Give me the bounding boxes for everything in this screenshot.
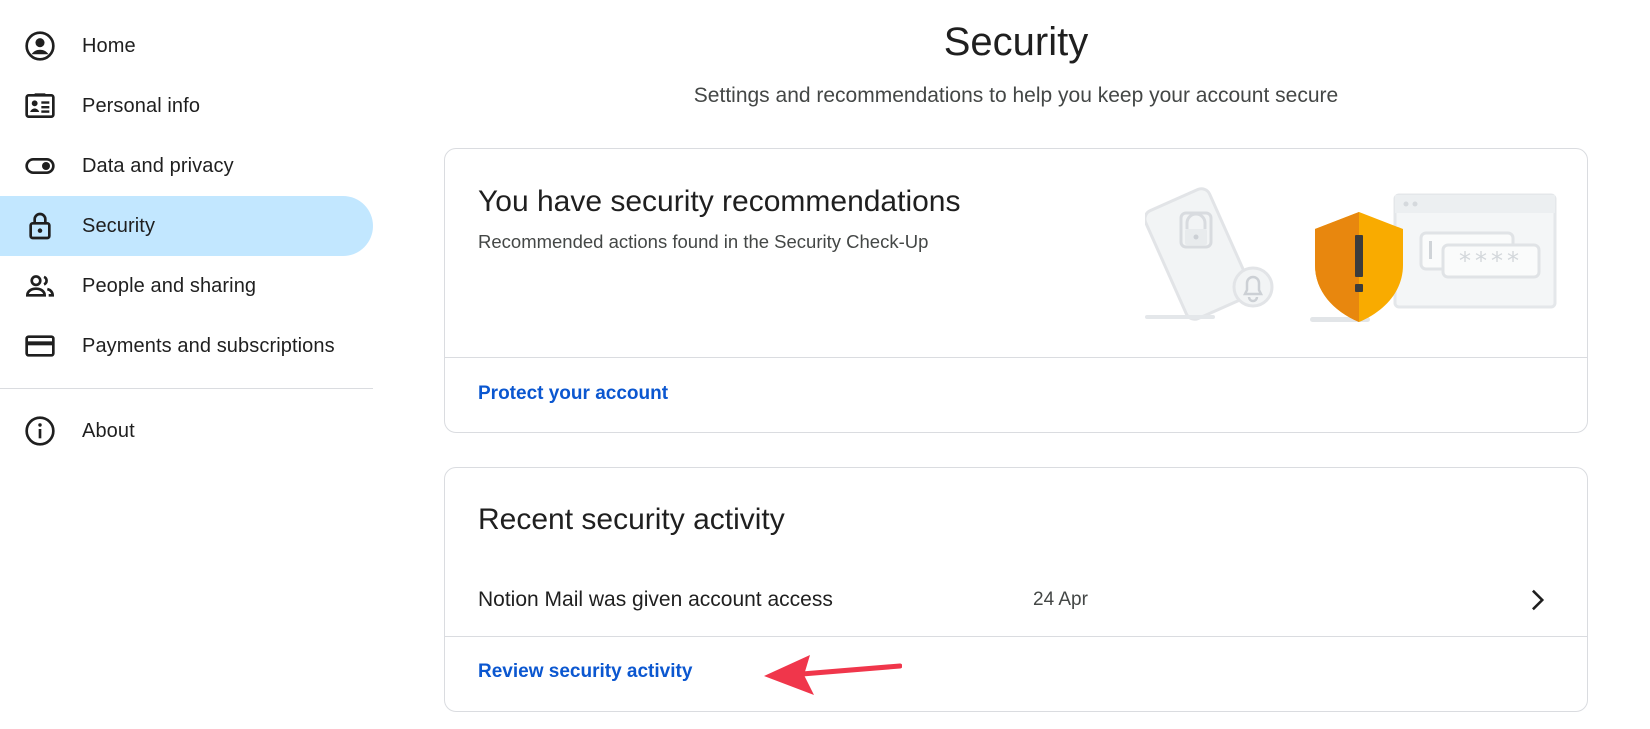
activity-date: 24 Apr <box>1033 589 1088 610</box>
security-warning-illustration: **** <box>1145 187 1557 322</box>
id-card-icon <box>24 90 56 122</box>
sidebar-item-label: Home <box>82 34 136 57</box>
page-title: Security <box>943 20 1089 64</box>
warning-shield-icon <box>1310 212 1403 322</box>
sidebar-item-personal-info[interactable]: Personal info <box>0 76 373 136</box>
recent-security-activity-card: Recent security activity Notion Mail was… <box>444 467 1588 712</box>
sidebar-item-home[interactable]: Home <box>0 16 373 76</box>
sidebar-item-label: Payments and subscriptions <box>82 334 335 357</box>
recommendations-description: Recommended actions found in the Securit… <box>478 231 929 252</box>
card-divider <box>445 636 1587 637</box>
security-page: Home Personal info Data and privacy Secu… <box>0 0 1650 729</box>
sidebar-item-security[interactable]: Security <box>0 196 373 256</box>
recommendations-title: You have security recommendations <box>478 185 961 218</box>
account-circle-icon <box>24 30 56 62</box>
sidebar-item-label: Security <box>82 214 156 237</box>
password-mask-text: **** <box>1459 247 1523 275</box>
activity-title: Recent security activity <box>478 503 785 536</box>
sidebar-item-people-and-sharing[interactable]: People and sharing <box>0 256 373 316</box>
phone-lock-illustration <box>1145 187 1274 321</box>
annotation-arrow-icon <box>764 655 902 695</box>
activity-description: Notion Mail was given account access <box>478 588 833 611</box>
people-icon <box>24 270 56 302</box>
activity-row[interactable]: Notion Mail was given account access 24 … <box>445 566 1587 636</box>
sidebar-divider <box>0 388 373 389</box>
credit-card-icon <box>24 330 56 362</box>
lock-icon <box>24 210 56 242</box>
protect-account-link[interactable]: Protect your account <box>478 383 668 405</box>
sidebar-item-label: Data and privacy <box>82 154 234 177</box>
password-window-illustration: **** <box>1393 193 1557 309</box>
sidebar-item-label: About <box>82 419 135 442</box>
sidebar-item-payments[interactable]: Payments and subscriptions <box>0 316 373 376</box>
card-divider <box>445 357 1587 358</box>
sidebar-item-label: Personal info <box>82 94 201 117</box>
chevron-right-icon <box>1532 589 1545 611</box>
toggle-icon <box>24 150 56 182</box>
sidebar: Home Personal info Data and privacy Secu… <box>0 16 373 461</box>
info-icon <box>24 415 56 447</box>
review-security-activity-link[interactable]: Review security activity <box>478 661 692 683</box>
page-subtitle: Settings and recommendations to help you… <box>693 84 1339 107</box>
sidebar-item-label: People and sharing <box>82 274 257 297</box>
sidebar-item-about[interactable]: About <box>0 401 373 461</box>
security-recommendations-card: You have security recommendations Recomm… <box>444 148 1588 433</box>
sidebar-item-data-and-privacy[interactable]: Data and privacy <box>0 136 373 196</box>
